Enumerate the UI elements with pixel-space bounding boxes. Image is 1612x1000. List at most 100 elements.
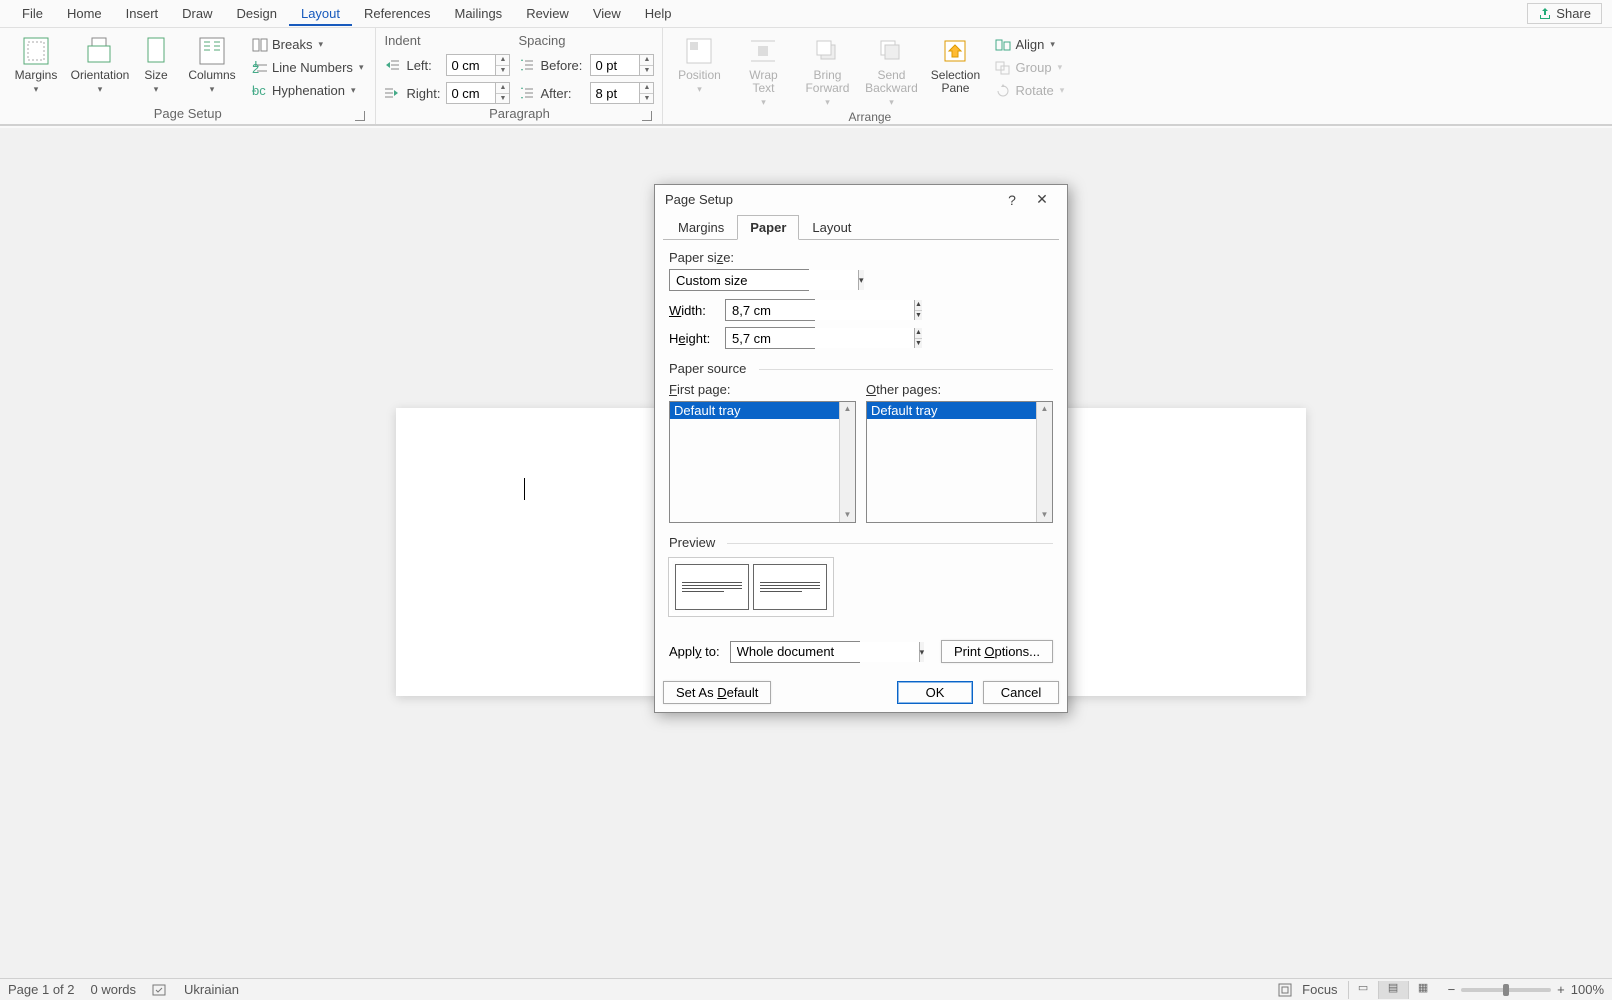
dialog-tab-layout[interactable]: Layout (799, 215, 864, 240)
scrollbar[interactable]: ▲▼ (1036, 402, 1052, 522)
apply-to-combo[interactable]: ▾ (730, 641, 860, 663)
status-page[interactable]: Page 1 of 2 (8, 982, 75, 997)
spin-up[interactable]: ▲ (915, 328, 922, 339)
spin-down[interactable]: ▼ (915, 311, 922, 321)
spacing-before-label: Before: (540, 58, 584, 73)
preview-heading: Preview (669, 535, 1053, 550)
focus-label[interactable]: Focus (1302, 982, 1337, 997)
wrap-text-button[interactable]: Wrap Text ▾ (735, 31, 791, 108)
print-options-button[interactable]: Print Options... (941, 640, 1053, 663)
spacing-before-input[interactable]: ▲▼ (590, 54, 654, 76)
indent-right-input[interactable]: ▲▼ (446, 82, 510, 104)
share-button[interactable]: Share (1527, 3, 1602, 24)
dialog-titlebar[interactable]: Page Setup ? ✕ (655, 185, 1067, 214)
line-numbers-button[interactable]: 12 Line Numbers▾ (248, 58, 367, 77)
caret-icon: ▾ (154, 84, 159, 95)
zoom-in-button[interactable]: + (1557, 982, 1565, 997)
zoom-out-button[interactable]: − (1448, 982, 1456, 997)
list-item[interactable]: Default tray (867, 402, 1036, 419)
focus-icon[interactable] (1278, 983, 1292, 997)
tab-references[interactable]: References (352, 1, 442, 26)
zoom-control[interactable]: − + 100% (1448, 982, 1604, 997)
send-backward-button[interactable]: Send Backward ▾ (863, 31, 919, 108)
cancel-button[interactable]: Cancel (983, 681, 1059, 704)
view-buttons: ▭ ▤ ▦ (1348, 981, 1438, 999)
preview-area (669, 558, 833, 616)
tab-help[interactable]: Help (633, 1, 684, 26)
group-page-setup: Margins ▾ Orientation ▾ Size ▾ Columns ▾ (0, 28, 376, 124)
ribbon-tabs: File Home Insert Draw Design Layout Refe… (0, 0, 1612, 28)
paragraph-launcher[interactable] (642, 111, 652, 121)
position-label: Position (678, 69, 721, 82)
dialog-tab-margins[interactable]: Margins (665, 215, 737, 240)
tab-mailings[interactable]: Mailings (443, 1, 515, 26)
caret-icon: ▾ (98, 84, 103, 95)
height-input[interactable]: ▲▼ (725, 327, 815, 349)
spin-up[interactable]: ▲ (915, 300, 922, 311)
tab-review[interactable]: Review (514, 1, 581, 26)
orientation-button[interactable]: Orientation ▾ (72, 31, 128, 95)
paper-source-heading: Paper source (669, 361, 1053, 376)
spin-down[interactable]: ▼ (915, 339, 922, 349)
send-backward-label: Send Backward (865, 69, 918, 95)
indent-left-label: Left: (406, 58, 440, 73)
hyphenation-button[interactable]: bc Hyphenation▾ (248, 81, 367, 100)
rotate-label: Rotate (1015, 83, 1053, 98)
spacing-after-label: After: (540, 86, 584, 101)
bring-forward-button[interactable]: Bring Forward ▾ (799, 31, 855, 108)
caret-icon: ▾ (34, 84, 39, 95)
orientation-label: Orientation (71, 69, 130, 82)
indent-left-input[interactable]: ▲▼ (446, 54, 510, 76)
hyphenation-icon: bc (252, 84, 268, 98)
set-as-default-button[interactable]: Set As Default (663, 681, 771, 704)
columns-button[interactable]: Columns ▾ (184, 31, 240, 95)
paper-size-combo[interactable]: ▾ (669, 269, 809, 291)
tab-view[interactable]: View (581, 1, 633, 26)
list-item[interactable]: Default tray (670, 402, 839, 419)
group-label-page-setup: Page Setup (8, 104, 367, 124)
dialog-footer: Set As Default OK Cancel (655, 673, 1067, 712)
spacing-before-icon (518, 58, 534, 72)
dialog-tab-paper[interactable]: Paper (737, 215, 799, 240)
chevron-down-icon[interactable]: ▾ (858, 270, 864, 290)
tab-draw[interactable]: Draw (170, 1, 224, 26)
tab-home[interactable]: Home (55, 1, 114, 26)
help-button[interactable]: ? (997, 192, 1027, 208)
share-icon (1538, 7, 1552, 21)
other-pages-listbox[interactable]: Default tray ▲▼ (866, 401, 1053, 523)
dialog-layer: Page Setup ? ✕ Margins Paper Layout Pape… (0, 128, 1612, 978)
hyphenation-label: Hyphenation (272, 83, 345, 98)
zoom-value[interactable]: 100% (1571, 982, 1604, 997)
position-button[interactable]: Position ▾ (671, 31, 727, 95)
view-web-layout[interactable]: ▦ (1408, 981, 1438, 999)
view-read-mode[interactable]: ▭ (1348, 981, 1378, 999)
share-label: Share (1556, 6, 1591, 21)
size-button[interactable]: Size ▾ (136, 31, 176, 95)
page-setup-launcher[interactable] (355, 111, 365, 121)
tab-design[interactable]: Design (225, 1, 289, 26)
zoom-slider[interactable] (1461, 988, 1551, 992)
spellcheck-icon[interactable] (152, 983, 168, 997)
width-input[interactable]: ▲▼ (725, 299, 815, 321)
tab-file[interactable]: File (10, 1, 55, 26)
tab-insert[interactable]: Insert (114, 1, 171, 26)
status-language[interactable]: Ukrainian (184, 982, 239, 997)
scrollbar[interactable]: ▲▼ (839, 402, 855, 522)
spacing-after-input[interactable]: ▲▼ (590, 82, 654, 104)
send-backward-icon (875, 35, 907, 67)
selection-pane-button[interactable]: Selection Pane (927, 31, 983, 95)
margins-button[interactable]: Margins ▾ (8, 31, 64, 95)
margins-label: Margins (15, 69, 58, 82)
orientation-icon (84, 35, 116, 67)
close-button[interactable]: ✕ (1027, 191, 1057, 208)
first-page-listbox[interactable]: Default tray ▲▼ (669, 401, 856, 523)
chevron-down-icon[interactable]: ▾ (919, 642, 925, 662)
rotate-button[interactable]: Rotate▾ (991, 81, 1068, 100)
status-words[interactable]: 0 words (91, 982, 137, 997)
tab-layout[interactable]: Layout (289, 1, 352, 26)
view-print-layout[interactable]: ▤ (1378, 981, 1408, 999)
ok-button[interactable]: OK (897, 681, 973, 704)
group-button[interactable]: Group▾ (991, 58, 1068, 77)
breaks-button[interactable]: Breaks▾ (248, 35, 367, 54)
align-button[interactable]: Align▾ (991, 35, 1068, 54)
